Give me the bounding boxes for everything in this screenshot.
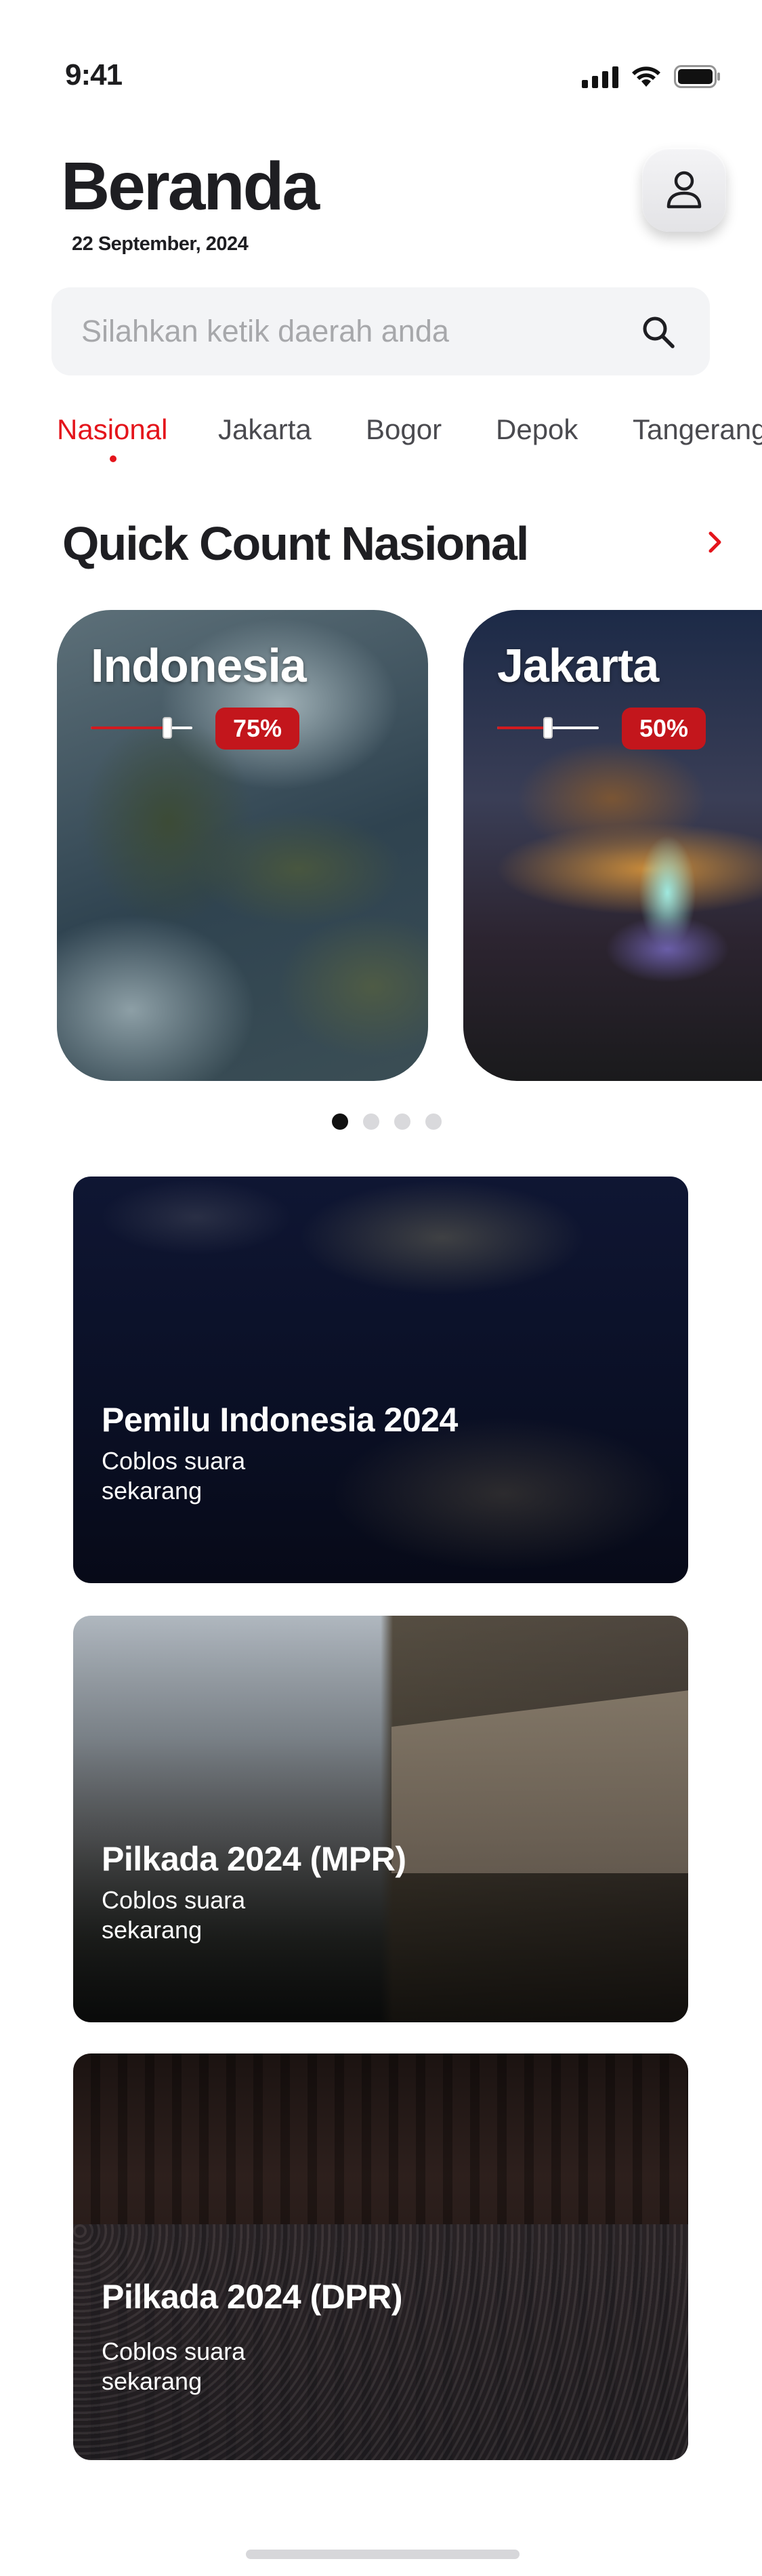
quick-count-card-name: Indonesia <box>91 639 307 692</box>
page-date: 22 September, 2024 <box>72 233 249 255</box>
carousel-dot[interactable] <box>425 1113 442 1130</box>
status-bar: 9:41 <box>0 0 762 102</box>
tab-tangerang[interactable]: Tangerang <box>633 413 762 446</box>
battery-icon <box>674 65 721 88</box>
tab-jakarta[interactable]: Jakarta <box>218 413 312 446</box>
quick-count-card-name: Jakarta <box>497 639 659 692</box>
wifi-icon <box>631 65 662 88</box>
election-card-subtitle: Coblos suara sekarang <box>102 1447 246 1505</box>
page-title: Beranda <box>61 148 320 224</box>
quick-count-percent-badge: 50% <box>622 708 706 750</box>
tab-depok[interactable]: Depok <box>496 413 578 446</box>
election-card-title: Pemilu Indonesia 2024 <box>102 1401 458 1439</box>
tab-nasional[interactable]: Nasional <box>57 413 167 446</box>
election-card-pemilu-indonesia[interactable]: Pemilu Indonesia 2024 Coblos suara sekar… <box>73 1177 688 1583</box>
quick-count-percent-badge: 75% <box>215 708 299 750</box>
search-input[interactable] <box>81 287 623 375</box>
election-card-pilkada-dpr[interactable]: Pilkada 2024 (DPR) Coblos suara sekarang <box>73 2053 688 2460</box>
carousel-dot[interactable] <box>363 1113 379 1130</box>
election-card-title: Pilkada 2024 (MPR) <box>102 1840 406 1878</box>
active-tab-indicator <box>110 455 117 462</box>
quick-count-card-indonesia[interactable]: Indonesia 75% <box>57 610 428 1081</box>
home-screen: 9:41 Beranda 22 September, 2024 Silahkan… <box>0 0 762 2576</box>
carousel-dot[interactable] <box>394 1113 410 1130</box>
carousel-dot[interactable] <box>332 1113 348 1130</box>
chevron-right-icon[interactable] <box>707 530 723 554</box>
status-icons <box>582 65 721 88</box>
status-time: 9:41 <box>65 58 123 91</box>
profile-button[interactable] <box>642 148 726 232</box>
building-image <box>391 1690 688 1873</box>
tab-bogor[interactable]: Bogor <box>366 413 442 446</box>
search-box <box>51 287 710 375</box>
quick-count-progress <box>497 717 599 739</box>
quick-count-progress <box>91 717 192 739</box>
election-card-subtitle: Coblos suara sekarang <box>102 1886 246 1944</box>
home-indicator[interactable] <box>246 2550 520 2559</box>
quick-count-title: Quick Count Nasional <box>62 517 529 570</box>
carousel-indicator <box>332 1113 442 1130</box>
election-card-subtitle: Coblos suara sekarang <box>102 2337 246 2395</box>
election-card-title: Pilkada 2024 (DPR) <box>102 2278 402 2316</box>
cellular-signal-icon <box>582 65 618 88</box>
quick-count-card-jakarta[interactable]: Jakarta 50% <box>463 610 762 1081</box>
election-card-pilkada-mpr[interactable]: Pilkada 2024 (MPR) Coblos suara sekarang <box>73 1616 688 2022</box>
user-icon <box>666 171 702 209</box>
search-icon[interactable] <box>641 314 676 350</box>
